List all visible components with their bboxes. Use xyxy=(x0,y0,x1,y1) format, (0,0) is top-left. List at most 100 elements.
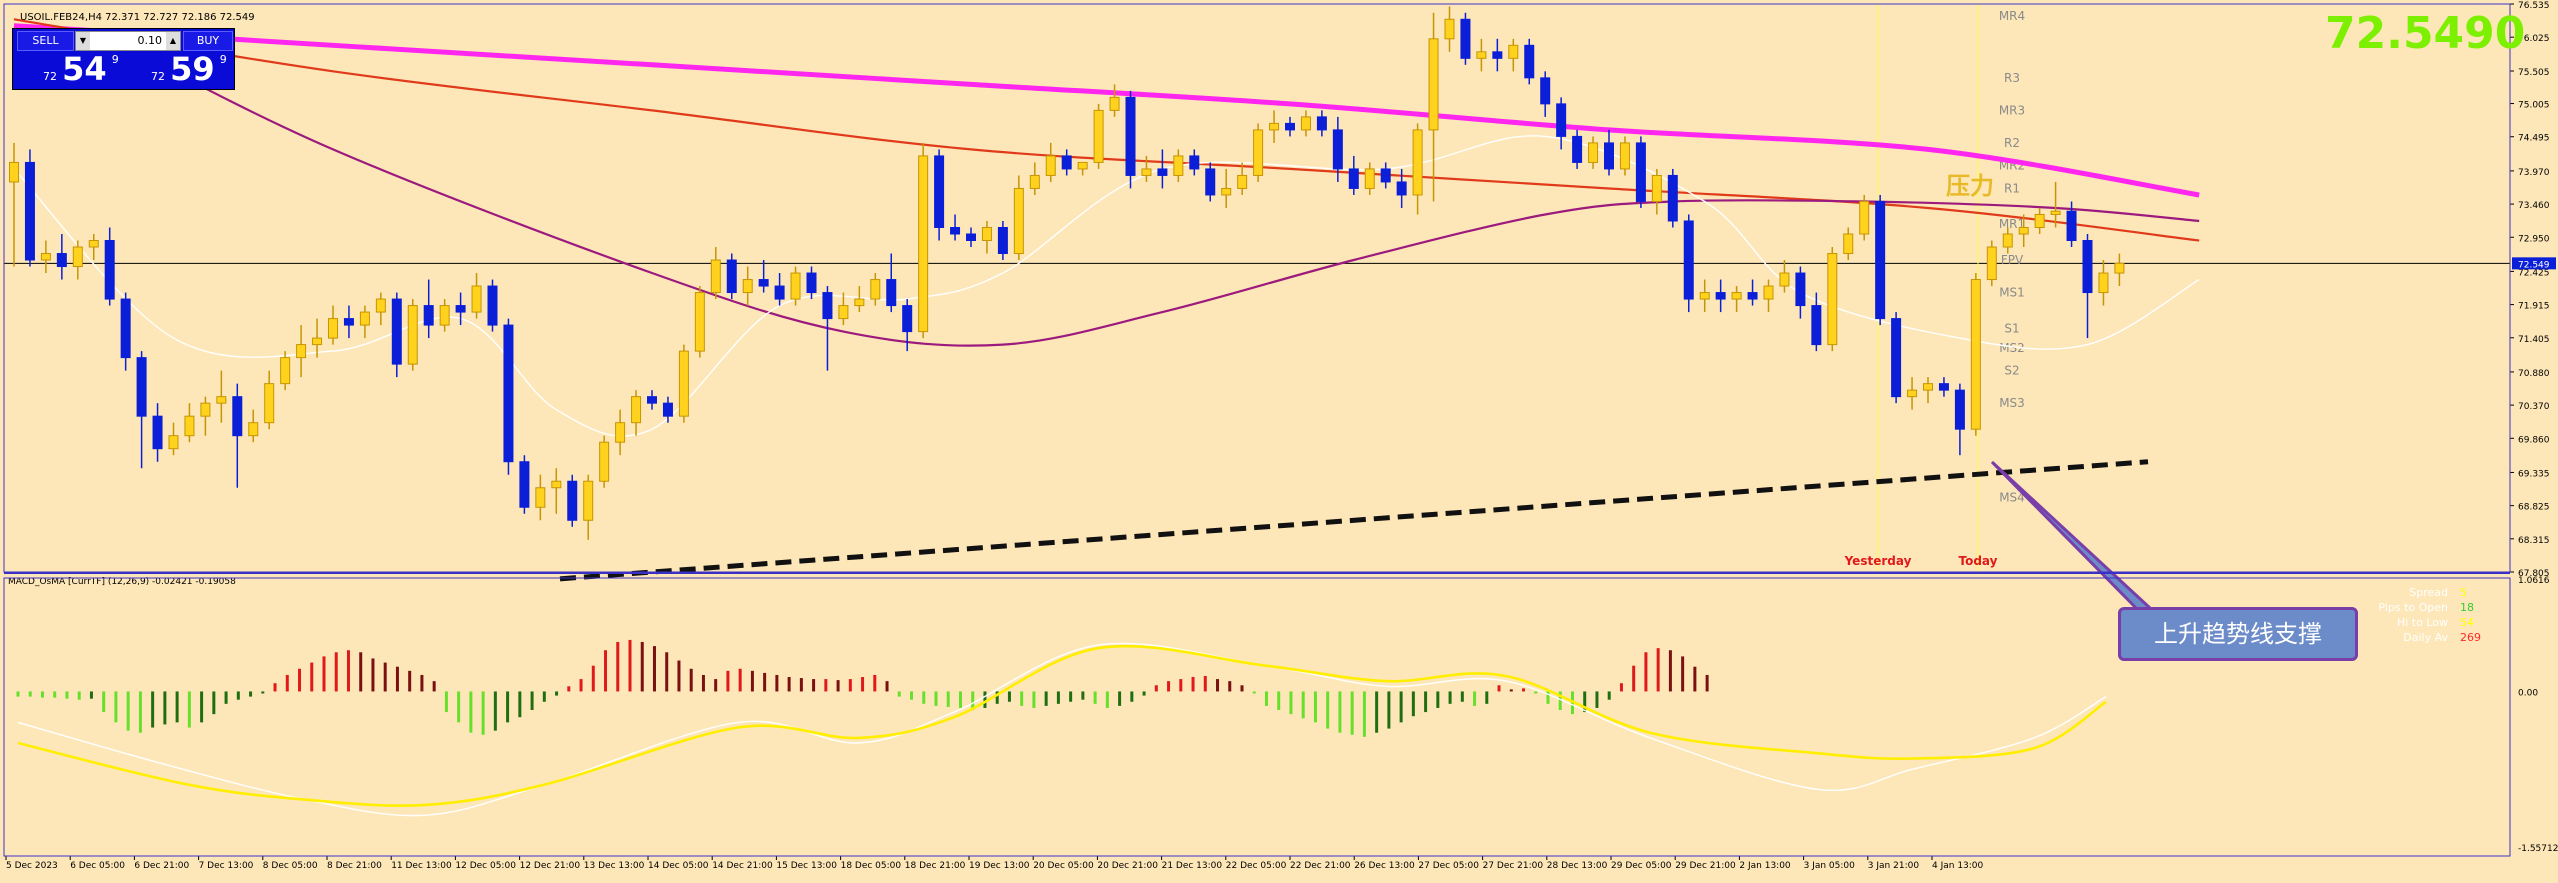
time-tick-label: 27 Dec 21:00 xyxy=(1483,861,1544,871)
chevron-down-icon[interactable]: ▼ xyxy=(76,32,90,50)
candle-body xyxy=(2098,272,2109,294)
chevron-up-icon[interactable]: ▲ xyxy=(166,32,180,50)
candle-body xyxy=(1891,318,1902,398)
candle-body xyxy=(1173,155,1184,176)
candle-body xyxy=(631,396,642,424)
info-row: Pips to Open 18 xyxy=(2340,600,2490,615)
candle-body xyxy=(1332,129,1343,170)
candle-body xyxy=(280,357,291,385)
candle xyxy=(934,149,945,241)
candle-body xyxy=(870,279,881,300)
candle xyxy=(1667,168,1678,228)
candle xyxy=(1013,175,1024,261)
price-tick-label: 69.860 xyxy=(2518,435,2550,445)
candle xyxy=(391,292,402,378)
candle-body xyxy=(2114,262,2125,274)
time-tick-label: 5 Dec 2023 xyxy=(6,861,58,871)
candle-body xyxy=(40,253,51,261)
candle-body xyxy=(200,402,211,417)
lot-size-stepper[interactable]: ▼ 0.10 ▲ xyxy=(75,31,181,51)
candle xyxy=(503,318,514,475)
time-tick-label: 12 Dec 05:00 xyxy=(455,861,516,871)
candle-body xyxy=(1524,44,1535,79)
candle-body xyxy=(678,350,689,417)
time-tick-label: 22 Dec 21:00 xyxy=(1290,861,1351,871)
price-tick-label: 75.505 xyxy=(2518,68,2550,78)
sell-button[interactable]: SELL xyxy=(17,31,74,51)
price-tick-label: 70.370 xyxy=(2518,402,2550,412)
candle-body xyxy=(583,480,594,521)
pivot-label-r1: R1 xyxy=(2004,181,2020,195)
candle-body xyxy=(822,292,833,320)
candle-body xyxy=(1651,174,1662,202)
candle xyxy=(1986,240,1997,287)
chart-canvas[interactable]: Yesterday Today MR4R3MR3R2MR2R1MR1FPVMS1S… xyxy=(0,0,2558,879)
candle-body xyxy=(1556,103,1567,137)
lot-size-input[interactable]: 0.10 xyxy=(94,32,163,50)
time-tick-label: 8 Dec 05:00 xyxy=(263,861,318,871)
current-price-display: 72.5490 xyxy=(2325,8,2526,59)
time-tick-label: 26 Dec 13:00 xyxy=(1354,861,1415,871)
time-tick-label: 3 Jan 05:00 xyxy=(1804,861,1856,871)
candle-body xyxy=(726,259,737,294)
price-tick-label: 70.880 xyxy=(2518,369,2550,379)
candle-body xyxy=(1859,200,1870,235)
buy-button[interactable]: BUY xyxy=(183,31,233,51)
candle-body xyxy=(1077,161,1088,170)
candle-body xyxy=(152,415,163,450)
candle-body xyxy=(1460,18,1471,59)
candle-body xyxy=(1875,200,1886,320)
pivot-label-s1: S1 xyxy=(2004,321,2019,335)
info-box: Spread 5 Pips to Open 18 Hi to Low 54 Daily Av… xyxy=(2340,585,2490,645)
candle-body xyxy=(1843,233,1854,255)
price-tick-label: 73.970 xyxy=(2518,168,2550,178)
candle-body xyxy=(328,318,338,339)
candle-body xyxy=(774,285,785,300)
candle-body xyxy=(1412,129,1423,196)
candle-body xyxy=(1444,18,1455,40)
candle-body xyxy=(1747,292,1758,300)
time-tick-label: 15 Dec 13:00 xyxy=(776,861,837,871)
time-tick-label: 6 Dec 21:00 xyxy=(134,861,189,871)
candle-body xyxy=(391,298,402,365)
candle-body xyxy=(2034,213,2045,228)
candle-body xyxy=(806,272,817,294)
candle-body xyxy=(375,298,386,313)
pivot-label-r2: R2 xyxy=(2004,136,2020,150)
candle-body xyxy=(902,305,913,333)
candle-body xyxy=(2018,226,2029,235)
candle-body xyxy=(1348,168,1359,189)
candle-body xyxy=(2002,233,2013,248)
candle-body xyxy=(742,279,753,294)
candle-body xyxy=(758,279,769,287)
candle-body xyxy=(615,422,626,443)
candle xyxy=(519,455,530,514)
candle-body xyxy=(854,298,865,307)
ask-price[interactable]: 72 59 9 xyxy=(151,53,227,87)
candle-body xyxy=(1364,168,1375,189)
bid-price[interactable]: 72 54 9 xyxy=(43,53,119,87)
time-tick-label: 18 Dec 05:00 xyxy=(841,861,902,871)
bid-prefix: 72 xyxy=(43,70,57,83)
time-tick-label: 29 Dec 05:00 xyxy=(1611,861,1672,871)
candle-body xyxy=(1045,155,1056,176)
candle-body xyxy=(248,422,259,437)
candle xyxy=(678,344,689,423)
candle xyxy=(487,279,498,332)
candle-body xyxy=(1109,96,1120,111)
candle-body xyxy=(1316,116,1327,131)
candle-body xyxy=(1619,142,1630,170)
candle-body xyxy=(981,226,992,242)
candle-body xyxy=(647,396,657,404)
candle xyxy=(1875,194,1886,326)
time-tick-label: 27 Dec 05:00 xyxy=(1418,861,1479,871)
info-row: Spread 5 xyxy=(2340,585,2490,600)
bid-main: 54 xyxy=(62,50,107,88)
price-tick-label: 71.405 xyxy=(2518,335,2550,345)
candle xyxy=(726,253,737,300)
time-tick-label: 29 Dec 21:00 xyxy=(1675,861,1736,871)
candle-body xyxy=(216,396,227,404)
candle-body xyxy=(1269,122,1280,131)
candle xyxy=(1125,90,1136,189)
bid-sup: 9 xyxy=(111,53,119,66)
